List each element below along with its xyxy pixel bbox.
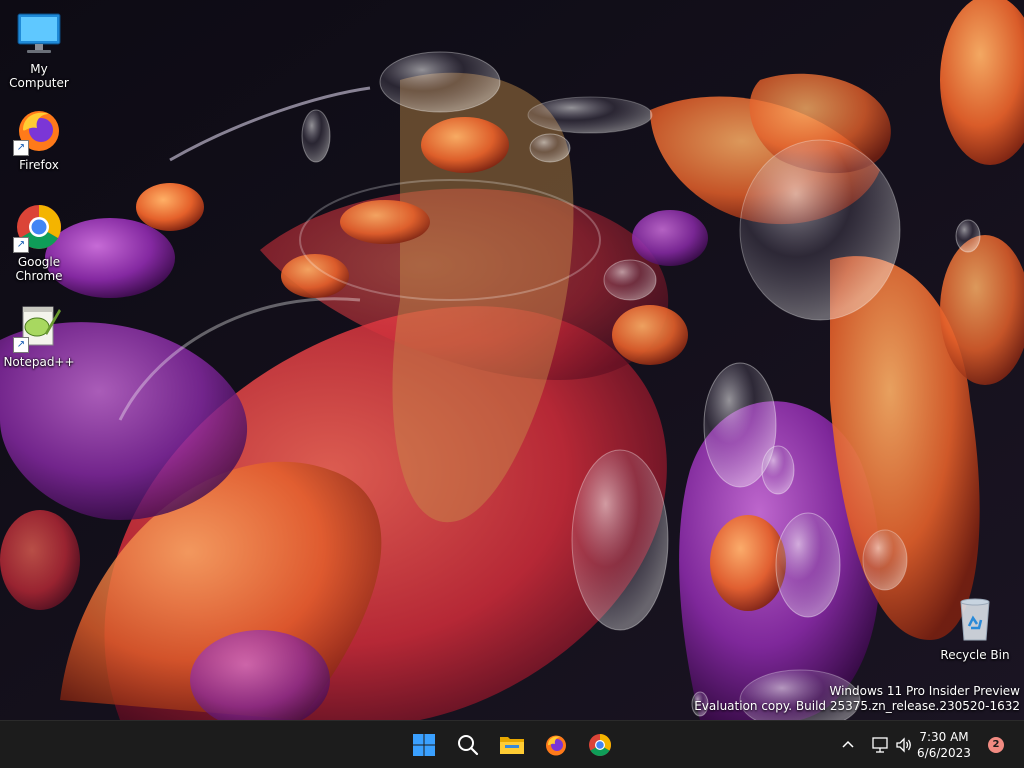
firefox-icon: ↗ — [13, 106, 63, 156]
desktop-icon-firefox[interactable]: ↗ Firefox — [0, 106, 78, 172]
desktop-icon-notepadpp[interactable]: ↗ Notepad++ — [0, 303, 78, 369]
desktop-icon-label: Notepad++ — [3, 355, 75, 369]
show-hidden-icons-button[interactable] — [836, 733, 860, 757]
start-icon — [413, 734, 435, 756]
desktop-icon-google-chrome[interactable]: ↗ Google Chrome — [0, 203, 78, 283]
desktop-icon-my-computer[interactable]: My Computer — [0, 10, 78, 90]
wallpaper — [0, 0, 1024, 720]
chrome-icon — [589, 734, 611, 756]
taskbar-firefox-button[interactable] — [538, 727, 574, 763]
taskbar: 7:30 AM 6/6/2023 2 — [0, 720, 1024, 768]
recycle-bin-icon — [951, 596, 999, 644]
desktop-icon-label: Firefox — [19, 158, 59, 172]
notification-badge[interactable]: 2 — [988, 737, 1004, 753]
search-icon — [458, 735, 479, 756]
desktop-icon-label: Google Chrome — [15, 255, 63, 283]
start-button[interactable] — [406, 727, 442, 763]
computer-icon — [15, 10, 63, 58]
notepadpp-icon: ↗ — [13, 303, 63, 353]
file-explorer-button[interactable] — [494, 727, 530, 763]
chevron-up-icon — [842, 740, 854, 748]
desktop-icon-label: Recycle Bin — [940, 648, 1010, 662]
watermark-line-1: Windows 11 Pro Insider Preview — [829, 684, 1020, 698]
clock-date: 6/6/2023 — [917, 746, 971, 760]
file-explorer-icon — [500, 737, 524, 754]
taskbar-chrome-button[interactable] — [582, 727, 618, 763]
network-icon — [872, 737, 888, 753]
clock-button[interactable]: 7:30 AM 6/6/2023 — [910, 729, 978, 761]
desktop-icon-label: My Computer — [9, 62, 69, 90]
desktop[interactable]: My Computer ↗ Firefox ↗ Google Chrome ↗ … — [0, 0, 1024, 720]
firefox-icon — [546, 735, 566, 756]
shortcut-arrow-icon: ↗ — [13, 237, 29, 253]
chrome-icon: ↗ — [13, 203, 63, 253]
network-button[interactable] — [868, 733, 892, 757]
watermark-line-2: Evaluation copy. Build 25375.zn_release.… — [694, 699, 1020, 713]
desktop-icon-recycle-bin[interactable]: Recycle Bin — [936, 596, 1014, 662]
shortcut-arrow-icon: ↗ — [13, 337, 29, 353]
evaluation-watermark: Windows 11 Pro Insider Preview Evaluatio… — [694, 684, 1020, 714]
search-button[interactable] — [450, 727, 486, 763]
shortcut-arrow-icon: ↗ — [13, 140, 29, 156]
clock-time: 7:30 AM — [919, 730, 969, 744]
